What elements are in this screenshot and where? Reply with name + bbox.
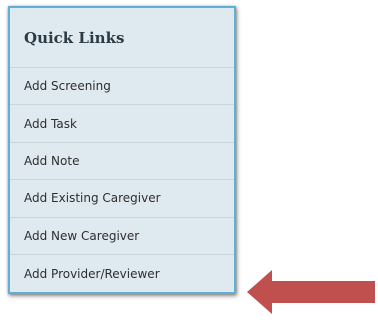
left-arrow-icon [247,270,375,314]
arrow-shape [247,270,375,314]
add-note-link[interactable]: Add Note [10,143,234,181]
panel-title: Quick Links [10,8,234,68]
add-provider-reviewer-link[interactable]: Add Provider/Reviewer [10,255,234,292]
add-new-caregiver-link[interactable]: Add New Caregiver [10,218,234,255]
add-screening-link[interactable]: Add Screening [10,68,234,106]
add-existing-caregiver-link[interactable]: Add Existing Caregiver [10,180,234,218]
quick-links-panel: Quick Links Add Screening Add Task Add N… [8,6,236,294]
screenshot-canvas: Quick Links Add Screening Add Task Add N… [0,0,378,320]
add-task-link[interactable]: Add Task [10,105,234,143]
quick-links-list: Add Screening Add Task Add Note Add Exis… [10,68,234,292]
